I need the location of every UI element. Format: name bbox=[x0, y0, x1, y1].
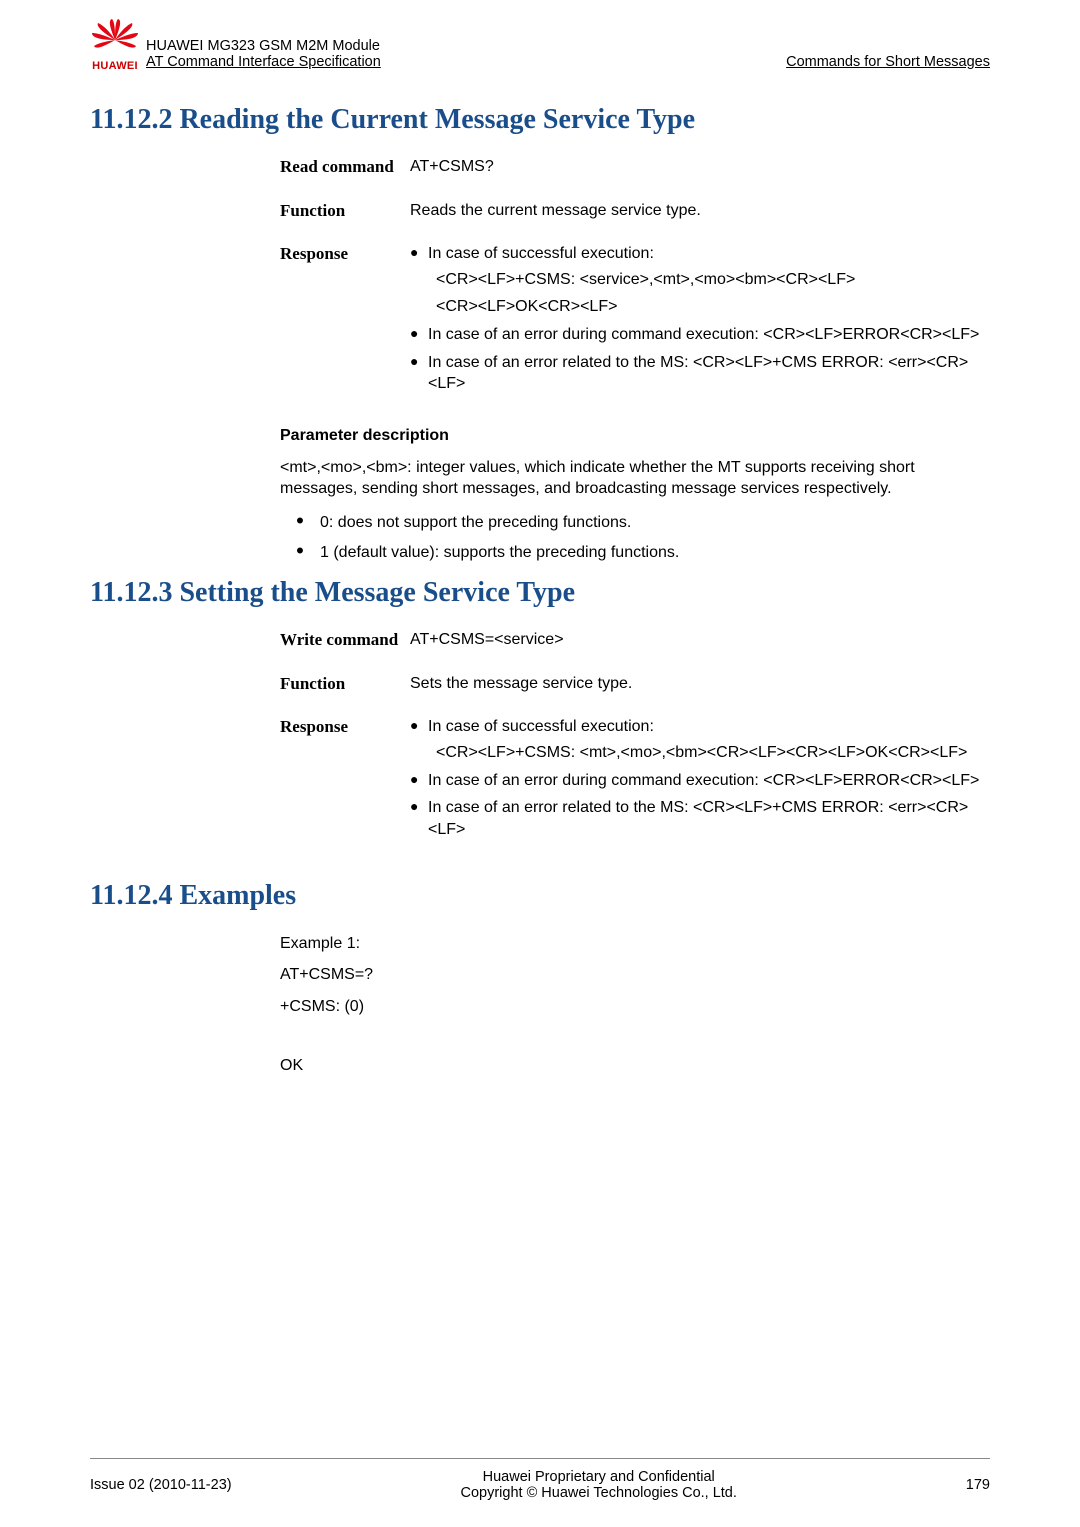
example-command: AT+CSMS=? bbox=[280, 963, 990, 986]
read-command-value: AT+CSMS? bbox=[410, 156, 990, 178]
param-value-0: 0: does not support the preceding functi… bbox=[320, 510, 631, 534]
read-command-label: Read command bbox=[280, 156, 410, 178]
write-command-label: Write command bbox=[280, 629, 410, 651]
brand-name: HUAWEI bbox=[92, 60, 138, 72]
brand-logo-block: HUAWEI bbox=[90, 18, 140, 72]
spacer bbox=[280, 1026, 990, 1046]
function-value: Reads the current message service type. bbox=[410, 200, 990, 222]
parameter-value-list: • 0: does not support the preceding func… bbox=[280, 510, 990, 563]
response-body: ● In case of successful execution: <CR><… bbox=[410, 243, 990, 399]
function-label: Function bbox=[280, 200, 410, 222]
bullet-icon: ● bbox=[410, 352, 428, 395]
response-label: Response bbox=[280, 716, 410, 844]
bullet-icon: • bbox=[280, 510, 320, 534]
example-ok: OK bbox=[280, 1054, 990, 1077]
response-success-line1: <CR><LF>+CSMS: <service>,<mt>,<mo><bm><C… bbox=[436, 269, 990, 291]
page-header: HUAWEI HUAWEI MG323 GSM M2M Module AT Co… bbox=[0, 0, 1080, 72]
footer-copyright-line: Copyright © Huawei Technologies Co., Ltd… bbox=[461, 1485, 737, 1501]
bullet-icon: ● bbox=[410, 324, 428, 346]
read-command-table: Read command AT+CSMS? Function Reads the… bbox=[280, 156, 990, 399]
section-heading-examples: 11.12.4 Examples bbox=[90, 880, 990, 912]
bullet-icon: ● bbox=[410, 243, 428, 265]
example-block: Example 1: AT+CSMS=? +CSMS: (0) OK bbox=[280, 932, 990, 1077]
function-label: Function bbox=[280, 673, 410, 695]
page-content: 11.12.2 Reading the Current Message Serv… bbox=[0, 72, 1080, 1077]
bullet-icon: ● bbox=[410, 797, 428, 840]
response-success-text: In case of successful execution: bbox=[428, 243, 990, 265]
section-heading-read: 11.12.2 Reading the Current Message Serv… bbox=[90, 104, 990, 136]
response-success-text: In case of successful execution: bbox=[428, 716, 990, 738]
function-value: Sets the message service type. bbox=[410, 673, 990, 695]
response-error-ms: In case of an error related to the MS: <… bbox=[428, 352, 990, 395]
write-command-table: Write command AT+CSMS=<service> Function… bbox=[280, 629, 990, 844]
response-error-exec: In case of an error during command execu… bbox=[428, 324, 990, 346]
bullet-icon: • bbox=[280, 540, 320, 564]
footer-copyright: Huawei Proprietary and Confidential Copy… bbox=[461, 1469, 737, 1501]
bullet-icon: ● bbox=[410, 716, 428, 738]
parameter-description: <mt>,<mo>,<bm>: integer values, which in… bbox=[280, 457, 990, 500]
example-response: +CSMS: (0) bbox=[280, 995, 990, 1018]
write-command-value: AT+CSMS=<service> bbox=[410, 629, 990, 651]
header-section-name: Commands for Short Messages bbox=[786, 54, 990, 72]
page-footer: Issue 02 (2010-11-23) Huawei Proprietary… bbox=[90, 1458, 990, 1501]
param-value-1: 1 (default value): supports the precedin… bbox=[320, 540, 679, 564]
response-success-line2: <CR><LF>OK<CR><LF> bbox=[436, 296, 990, 318]
header-product: HUAWEI MG323 GSM M2M Module bbox=[146, 38, 786, 54]
footer-confidential: Huawei Proprietary and Confidential bbox=[461, 1469, 737, 1485]
bullet-icon: ● bbox=[410, 770, 428, 792]
header-subtitle: AT Command Interface Specification bbox=[146, 54, 786, 70]
example-number: Example 1: bbox=[280, 932, 990, 955]
response-error-ms: In case of an error related to the MS: <… bbox=[428, 797, 990, 840]
huawei-logo-icon bbox=[90, 18, 140, 60]
header-titles: HUAWEI MG323 GSM M2M Module AT Command I… bbox=[146, 38, 786, 72]
footer-issue: Issue 02 (2010-11-23) bbox=[90, 1477, 232, 1493]
section-heading-set: 11.12.3 Setting the Message Service Type bbox=[90, 577, 990, 609]
response-error-exec: In case of an error during command execu… bbox=[428, 770, 990, 792]
parameter-heading: Parameter description bbox=[280, 427, 990, 445]
response-success-line: <CR><LF>+CSMS: <mt>,<mo>,<bm><CR><LF><CR… bbox=[436, 742, 990, 764]
response-body: ● In case of successful execution: <CR><… bbox=[410, 716, 990, 844]
response-label: Response bbox=[280, 243, 410, 399]
footer-page-number: 179 bbox=[966, 1477, 990, 1493]
